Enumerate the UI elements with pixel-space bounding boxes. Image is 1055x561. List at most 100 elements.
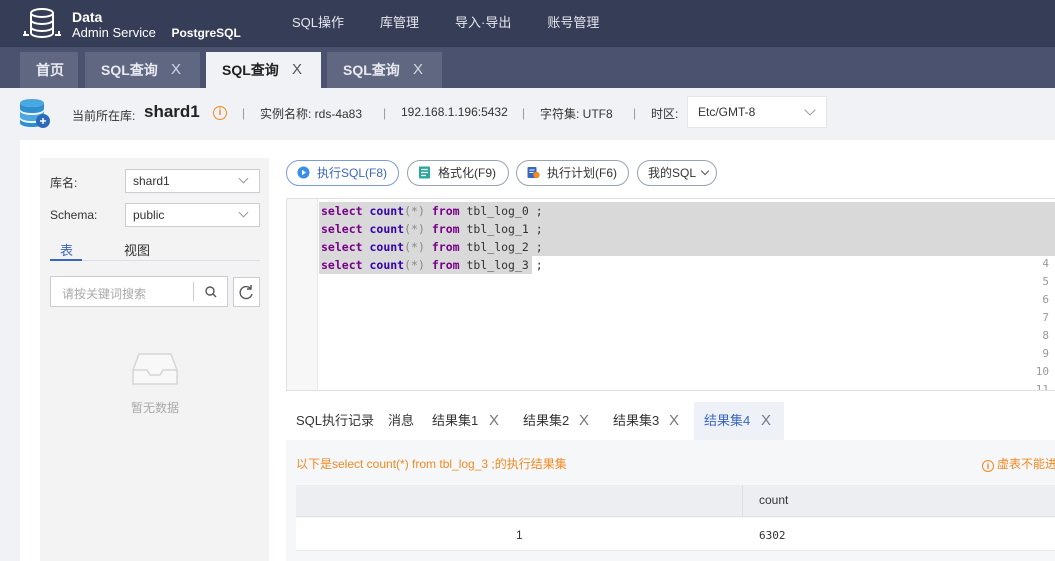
nav-account-manage[interactable]: 账号管理 — [547, 0, 599, 47]
tab-label: 结果集4 — [704, 413, 751, 428]
tab-sql-query-1[interactable]: SQL查询 X — [85, 52, 200, 88]
sql-editor[interactable]: 1234567891011 select count(*) from tbl_l… — [286, 198, 1055, 391]
host-address: 192.168.1.196:5432 — [401, 105, 508, 119]
tab-label: SQL查询 — [343, 62, 400, 78]
brand: Data Admin Service PostgreSQL — [72, 10, 241, 40]
tab-label: 消息 — [388, 413, 415, 428]
explain-plan-label: 执行计划(F6) — [547, 166, 617, 180]
tab-home[interactable]: 首页 — [20, 52, 78, 88]
format-icon — [419, 166, 430, 179]
top-header: Data Admin Service PostgreSQL SQL操作 库管理 … — [0, 0, 1055, 47]
close-icon[interactable]: X — [413, 52, 423, 88]
brand-title: Data — [72, 9, 103, 25]
db-select[interactable]: shard1 — [125, 169, 260, 193]
format-label: 格式化(F9) — [438, 166, 496, 180]
charset: 字符集: UTF8 — [540, 107, 613, 121]
database-logo-icon — [23, 8, 61, 38]
close-icon[interactable]: X — [579, 402, 589, 440]
chevron-down-icon — [238, 207, 249, 218]
line-number: 7 — [1042, 311, 1049, 324]
column-divider — [742, 485, 743, 517]
explain-plan-button[interactable]: 执行计划(F6) — [516, 160, 629, 186]
plan-icon — [527, 167, 540, 179]
divider: | — [242, 106, 246, 120]
tab-result-1[interactable]: 结果集1 X — [422, 402, 507, 440]
run-sql-label: 执行SQL(F8) — [317, 166, 388, 180]
cell-count: 6302 — [759, 529, 786, 542]
tab-messages[interactable]: 消息 — [378, 402, 418, 440]
schema-select[interactable]: public — [125, 203, 260, 227]
tab-sql-history[interactable]: SQL执行记录 — [286, 402, 374, 440]
row-number: 1 — [516, 528, 523, 542]
play-icon — [297, 166, 310, 179]
schema-label: Schema: — [50, 208, 98, 222]
close-icon[interactable]: X — [292, 52, 302, 88]
empty-state-text: 暂无数据 — [131, 401, 180, 415]
tab-bar: 首页 SQL查询 X SQL查询 X SQL查询 X — [0, 47, 1055, 88]
tab-label: 结果集2 — [523, 413, 570, 428]
divider: | — [383, 106, 387, 120]
code-line: select count(*) from tbl_log_3 ; — [321, 258, 543, 272]
code-line: select count(*) from tbl_log_0 ; — [321, 204, 543, 218]
divider: | — [633, 106, 637, 120]
tab-sql-query-3[interactable]: SQL查询 X — [327, 52, 442, 88]
close-icon[interactable]: X — [761, 402, 771, 440]
warning-text: 虚表不能进 — [997, 457, 1055, 471]
column-header-count[interactable]: count — [759, 493, 788, 507]
nav-sql-ops[interactable]: SQL操作 — [292, 0, 344, 47]
refresh-icon — [239, 285, 253, 300]
format-button[interactable]: 格式化(F9) — [407, 160, 509, 186]
line-number: 5 — [1042, 275, 1049, 288]
tab-views[interactable]: 视图 — [124, 240, 150, 259]
nav-import-export[interactable]: 导入·导出 — [455, 0, 511, 47]
close-icon[interactable]: X — [489, 402, 499, 440]
top-nav: SQL操作 库管理 导入·导出 账号管理 — [292, 0, 635, 47]
info-icon: i — [982, 460, 994, 472]
my-sql-dropdown[interactable]: 我的SQL — [637, 160, 717, 186]
line-number: 10 — [1035, 365, 1049, 378]
tab-label: SQL查询 — [101, 62, 158, 78]
empty-inbox-icon — [132, 353, 178, 385]
database-icon — [20, 99, 50, 128]
line-number: 9 — [1042, 347, 1049, 360]
nav-db-manage[interactable]: 库管理 — [380, 0, 419, 47]
line-number: 6 — [1042, 293, 1049, 306]
chevron-down-icon — [804, 104, 816, 116]
schema-select-value: public — [133, 208, 165, 222]
tab-label: SQL执行记录 — [296, 413, 375, 428]
tab-result-4[interactable]: 结果集4 X — [694, 402, 784, 440]
tab-label: SQL查询 — [222, 62, 279, 78]
brand-product: PostgreSQL — [171, 26, 241, 40]
tab-sql-query-2[interactable]: SQL查询 X — [206, 52, 321, 88]
db-select-value: shard1 — [133, 174, 170, 188]
result-message: 以下是select count(*) from tbl_log_3 ;的执行结果… — [296, 457, 567, 471]
code-line: select count(*) from tbl_log_1 ; — [321, 222, 543, 236]
refresh-button[interactable] — [233, 277, 260, 307]
brand-subtitle: Admin Service — [72, 25, 156, 40]
tab-label: 首页 — [36, 62, 64, 78]
virtual-table-warning: i 虚表不能进 — [982, 455, 1055, 472]
table-row[interactable]: 1 6302 — [296, 518, 1055, 551]
timezone-label: 时区: — [651, 107, 679, 121]
line-gutter — [287, 199, 318, 390]
run-sql-button[interactable]: 执行SQL(F8) — [286, 160, 399, 186]
timezone-select[interactable]: Etc/GMT-8 — [687, 96, 827, 128]
search-icon[interactable] — [203, 284, 219, 300]
database-info-bar: 当前所在库: shard1 i | 实例名称: rds-4a83 | 192.1… — [0, 88, 1055, 138]
instance-name: 实例名称: rds-4a83 — [260, 107, 363, 121]
active-tab-indicator — [50, 259, 82, 261]
my-sql-label: 我的SQL — [648, 166, 696, 180]
table-search-input[interactable]: 请按关键词搜索 — [50, 276, 228, 307]
current-db-label: 当前所在库: — [72, 109, 136, 123]
tab-result-3[interactable]: 结果集3 X — [603, 402, 688, 440]
grid-header: count — [296, 485, 1055, 517]
tab-result-2[interactable]: 结果集2 X — [513, 402, 598, 440]
info-icon[interactable]: i — [213, 106, 227, 120]
tab-tables[interactable]: 表 — [60, 240, 73, 259]
close-icon[interactable]: X — [669, 402, 679, 440]
db-label: 库名: — [50, 176, 78, 190]
close-icon[interactable]: X — [171, 52, 181, 88]
divider: | — [522, 106, 526, 120]
chevron-down-icon — [238, 173, 249, 184]
result-grid: count 1 6302 — [296, 485, 1055, 561]
